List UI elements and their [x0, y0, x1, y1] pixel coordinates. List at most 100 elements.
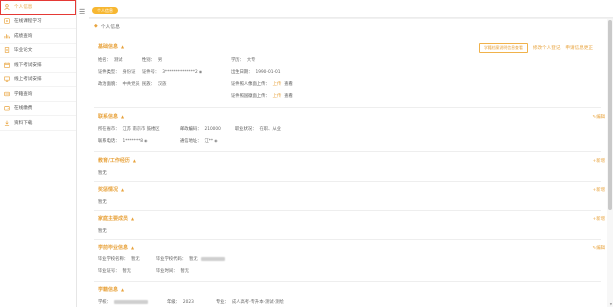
sidebar-item-thesis[interactable]: 毕业论文	[0, 44, 76, 58]
upload-front-link[interactable]: 上传	[273, 82, 282, 87]
section-title-label: 奖惩情况	[98, 187, 119, 193]
divider	[94, 181, 601, 182]
city-field: 所在省市： 江苏 南京市 鼓楼区	[98, 126, 160, 132]
redacted-value	[200, 256, 225, 261]
field-label: 证件照国徽面上传：	[231, 94, 270, 99]
eye-icon[interactable]: ◉	[144, 138, 148, 143]
awards-title[interactable]: 奖惩情况 ▲	[98, 186, 124, 193]
field-value: 暂无	[180, 269, 190, 274]
section-title-label: 学籍信息	[98, 287, 119, 293]
field-value: 210000	[204, 127, 221, 132]
education-add-button[interactable]: +新增	[593, 158, 605, 164]
family-add-button[interactable]: +新增	[593, 216, 605, 222]
section-title-label: 基础信息	[98, 44, 119, 50]
divider	[94, 239, 601, 240]
field-value: 汉族	[157, 82, 167, 87]
field-value: 成人高考-专升本-测试-测绘	[231, 300, 284, 305]
field-value: 在职、从业	[259, 127, 281, 132]
sidebar-item-status-query[interactable]: 学籍查询	[0, 87, 76, 102]
id-card-icon	[3, 90, 10, 97]
field-label: 毕业证号：	[98, 269, 120, 274]
breadcrumb-label: 个人信息	[100, 25, 120, 30]
caret-up-icon: ▲	[131, 245, 135, 250]
field-label: 所在省市：	[98, 127, 120, 132]
download-icon	[3, 119, 10, 126]
scrollbar-thumb[interactable]	[608, 20, 612, 210]
field-label: 学校：	[98, 300, 111, 305]
grad-cert-field: 毕业证号： 暂无	[98, 268, 131, 274]
sidebar-item-label: 个人信息	[14, 4, 33, 10]
field-label: 专业：	[216, 300, 229, 305]
divider	[94, 210, 601, 211]
view-back-link[interactable]: 查看	[284, 94, 293, 99]
basic-info-title[interactable]: 基础信息 ▲	[98, 43, 124, 50]
family-title[interactable]: 家庭主要成员 ▲	[98, 215, 134, 222]
name-field: 姓名： 测试	[98, 57, 122, 63]
field-label: 证件号：	[142, 70, 160, 75]
caret-up-icon: ▲	[121, 287, 125, 292]
id-front-upload-field: 证件照人像面上传： 上传 查看	[231, 81, 293, 87]
sidebar-item-label: 在线缴费	[14, 106, 33, 112]
sidebar-item-label: 线下考试安排	[14, 62, 42, 68]
field-label: 联系电话：	[98, 139, 120, 144]
archive-info-button[interactable]: 学籍档案说明信息查看	[478, 43, 528, 53]
edit-label: 编辑	[596, 115, 605, 120]
graduation-edit-button[interactable]: ✎编辑	[593, 245, 605, 251]
edit-label: 编辑	[596, 246, 605, 251]
awards-add-button[interactable]: +新增	[593, 187, 605, 193]
phone-field: 联系电话： 1*******8◉	[98, 138, 148, 144]
divider	[94, 151, 601, 152]
caret-up-icon: ▲	[121, 187, 125, 192]
field-value: 大专	[246, 58, 256, 63]
ethnicity-field: 民族： 汉族	[142, 81, 166, 87]
status-title[interactable]: 学籍信息 ▲	[98, 286, 124, 293]
field-label: 毕业学校代码：	[156, 257, 187, 262]
sidebar-item-grades[interactable]: 成绩查询	[0, 29, 76, 44]
upload-back-link[interactable]: 上传	[273, 94, 282, 99]
field-value: 暂无	[122, 269, 132, 274]
apply-correction-button[interactable]: 申请信息更正	[565, 45, 593, 51]
sidebar-item-label: 毕业论文	[14, 48, 33, 54]
field-label: 学历：	[231, 58, 244, 63]
grad-school-field: 毕业学校名称： 暂无	[98, 256, 140, 262]
sidebar-item-downloads[interactable]: 资料下载	[0, 116, 76, 131]
divider	[94, 107, 601, 108]
id-back-upload-field: 证件照国徽面上传： 上传 查看	[231, 93, 293, 99]
field-label: 年级：	[167, 300, 180, 305]
wallet-icon	[3, 105, 10, 112]
field-label: 邮政编码：	[180, 127, 202, 132]
field-label: 通信地址：	[180, 139, 202, 144]
sidebar-item-personal-info[interactable]: 个人信息	[0, 0, 76, 15]
sidebar-item-online-course[interactable]: 在线课程学习	[0, 15, 76, 29]
status-major-field: 专业： 成人高考-专升本-测试-测绘	[216, 299, 284, 305]
calendar-icon	[3, 61, 10, 68]
id-type-field: 证件类型： 身份证	[98, 69, 135, 75]
sidebar-item-online-exam[interactable]: 线上考试安排	[0, 73, 76, 87]
view-front-link[interactable]: 查看	[284, 82, 293, 87]
modify-personal-button[interactable]: 修改个人登记	[533, 45, 561, 51]
eye-icon[interactable]: ◉	[199, 69, 203, 74]
caret-up-icon: ▲	[121, 44, 125, 49]
page-tab-label: 个人信息	[97, 8, 113, 13]
graduation-title[interactable]: 学前毕业信息 ▲	[98, 244, 134, 251]
zip-field: 邮政编码： 210000	[180, 126, 221, 132]
contact-edit-button[interactable]: ✎编辑	[593, 114, 605, 120]
field-label: 证件照人像面上传：	[231, 82, 270, 87]
awards-empty: 暂无	[98, 200, 107, 205]
sidebar-item-label: 成绩查询	[14, 33, 33, 39]
sidebar-item-offline-exam[interactable]: 线下考试安排	[0, 58, 76, 73]
education-title[interactable]: 教育/工作经历 ▲	[98, 157, 136, 164]
scroll-down-icon[interactable]: ▼	[610, 302, 612, 306]
sidebar-item-payment[interactable]: 在线缴费	[0, 102, 76, 116]
birth-date-field: 出生日期： 1990-01-01	[231, 69, 280, 75]
field-label: 政治面貌：	[98, 82, 120, 87]
caret-up-icon: ▲	[131, 216, 135, 221]
field-label: 民族：	[142, 82, 155, 87]
eye-icon[interactable]: ◉	[214, 138, 218, 143]
diamond-icon: ◆	[94, 24, 98, 29]
page-tab[interactable]: 个人信息	[92, 7, 118, 14]
id-number-field: 证件号： 3**************2◉	[142, 69, 202, 75]
field-value: 暂无	[189, 257, 198, 262]
menu-toggle-icon[interactable]: ☰	[79, 8, 85, 16]
contact-info-title[interactable]: 联系信息 ▲	[98, 113, 124, 120]
